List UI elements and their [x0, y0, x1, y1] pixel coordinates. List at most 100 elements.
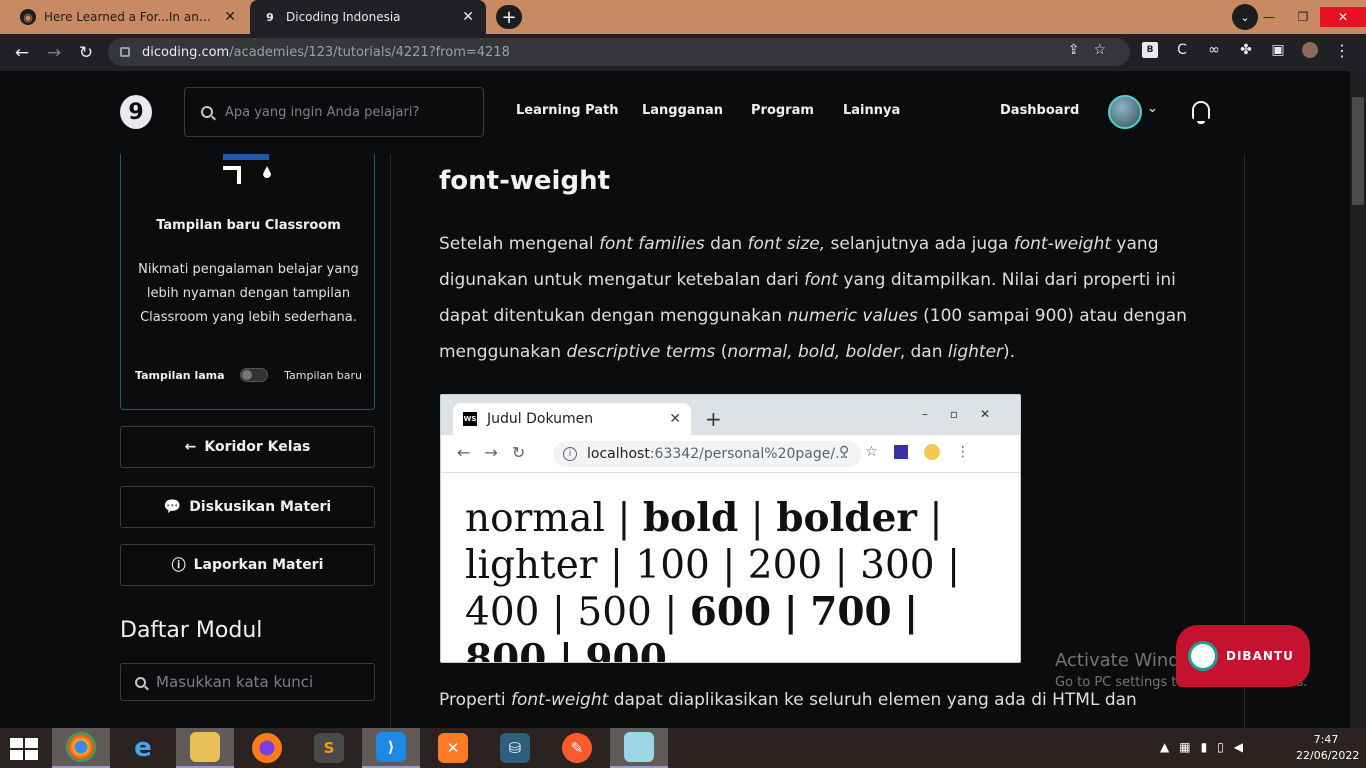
sample-100: 100 [635, 543, 710, 588]
tab-title: Here Learned a For...In and For...Of [44, 10, 217, 24]
window-close-icon[interactable]: ✕ [1320, 7, 1366, 27]
nav-learning-path[interactable]: Learning Path [516, 103, 619, 118]
new-tab-button[interactable]: + [496, 5, 522, 29]
promo-title: Tampilan baru Classroom [156, 218, 341, 233]
arrow-left-icon: ← [184, 439, 197, 455]
puzzle-icon[interactable]: ✤ [1238, 42, 1254, 58]
example-screenshot: WS Judul Dokumen ✕ + –▫✕ ←→↻ i localhost… [440, 394, 1021, 663]
clock-date: 22/06/2022 [1296, 749, 1360, 762]
taskbar-clock[interactable]: 7:47 22/06/2022 [1296, 732, 1360, 764]
side-panel-icon[interactable]: ▣ [1270, 42, 1286, 58]
module-list-title: Daftar Modul [120, 618, 263, 643]
dibantu-label: DIBANTU [1226, 649, 1294, 663]
browser-tab-active[interactable]: 9 Dicoding Indonesia ✕ [250, 0, 486, 34]
nav-langganan[interactable]: Langganan [642, 103, 723, 118]
close-icon[interactable]: ✕ [462, 9, 474, 25]
firefox-icon [252, 733, 282, 763]
taskbar-chrome[interactable] [52, 728, 110, 768]
laporkan-materi-button[interactable]: ⓘ Laporkan Materi [120, 544, 375, 586]
sample-bolder: bolder [776, 495, 917, 541]
clock-time: 7:47 [1313, 733, 1339, 746]
button-label: Laporkan Materi [193, 557, 324, 573]
sublime-text-icon: S [314, 733, 344, 763]
nav-lainnya[interactable]: Lainnya [843, 103, 900, 118]
bell-icon[interactable] [1192, 101, 1210, 124]
taskbar-notes[interactable] [610, 728, 668, 768]
taskbar-xampp[interactable]: ✕ [424, 728, 482, 768]
taskbar-sublime[interactable]: S [300, 728, 358, 768]
dibantu-help-button[interactable]: DIBANTU [1176, 625, 1310, 687]
view-toggle-switch[interactable] [240, 368, 269, 382]
taskbar-ie[interactable]: e [114, 728, 172, 768]
minimize-icon[interactable]: — [1252, 10, 1286, 24]
classroom-illustration-icon [223, 154, 271, 184]
extension-b-icon[interactable]: B [1142, 42, 1158, 58]
more-menu-icon[interactable]: ⋮ [1334, 41, 1350, 60]
reload-icon[interactable]: ↻ [70, 43, 102, 63]
info-icon: i [563, 447, 577, 461]
taskbar-explorer[interactable] [176, 728, 234, 768]
chrome-icon [66, 732, 96, 762]
extension-glasses-icon[interactable]: ∞ [1206, 42, 1222, 58]
profile-avatar-icon[interactable] [1302, 42, 1318, 58]
koridor-kelas-button[interactable]: ← Koridor Kelas [120, 426, 375, 468]
taskbar-firefox[interactable] [238, 728, 296, 768]
signal-icon[interactable]: ▮ [1201, 740, 1218, 754]
taskbar-mysql-workbench[interactable]: ⛁ [486, 728, 544, 768]
windows-start-icon[interactable] [10, 738, 38, 760]
network-icon[interactable]: ▦ [1179, 740, 1200, 754]
close-icon[interactable]: ✕ [224, 9, 236, 25]
tray-up-icon[interactable]: ▲ [1160, 740, 1179, 754]
sample-bold: bold [642, 495, 739, 541]
sidebar-divider [390, 154, 391, 728]
button-label: Koridor Kelas [204, 439, 311, 455]
dicoding-favicon-icon: 9 [266, 10, 274, 24]
url-host: dicoding.com [142, 44, 230, 60]
share-icon[interactable]: ⇪ [1068, 42, 1094, 58]
url-path: /academies/123/tutorials/4221?from=4218 [229, 44, 510, 60]
site-search-input[interactable]: Apa yang ingin Anda pelajari? [184, 87, 484, 137]
volume-icon[interactable]: ◀ [1234, 740, 1253, 754]
pen-tool-icon: ✎ [562, 733, 592, 763]
diskusikan-materi-button[interactable]: 💬 Diskusikan Materi [120, 486, 375, 528]
dicoding-logo[interactable]: 9 [120, 95, 152, 129]
file-explorer-icon [190, 732, 220, 762]
sample-200: 200 [747, 543, 823, 588]
promo-text: Nikmati pengalaman belajar yang lebih ny… [138, 262, 359, 325]
nav-program[interactable]: Program [751, 103, 814, 118]
extension-icon [893, 445, 908, 459]
section-heading: font-weight [439, 166, 611, 196]
bookmark-star-icon[interactable]: ☆ [1093, 42, 1120, 58]
info-icon: ⓘ [171, 558, 186, 574]
webstorm-favicon-icon: WS [463, 412, 477, 426]
system-tray: ▲▦▮▯◀ [1160, 740, 1253, 754]
address-bar[interactable]: dicoding.com /academies/123/tutorials/42… [108, 38, 1130, 66]
support-bot-icon [1188, 641, 1218, 671]
mysql-workbench-icon: ⛁ [500, 733, 530, 763]
demo-window-controls: –▫✕ [921, 407, 1012, 421]
module-search-input[interactable]: Masukkan kata kunci [120, 663, 375, 701]
vscode-icon: ⟩ [376, 732, 406, 762]
window-controls: — ❐ ✕ [1252, 0, 1366, 34]
back-icon[interactable]: ← [6, 43, 38, 63]
sample-normal: normal [465, 496, 605, 541]
forward-icon[interactable]: → [38, 43, 70, 63]
taskbar-pen-app[interactable]: ✎ [548, 728, 606, 768]
page-scrollbar[interactable] [1350, 71, 1366, 728]
followup-paragraph: Properti font-weight dapat diaplikasikan… [439, 690, 1137, 710]
chevron-down-icon[interactable]: ⌄ [1147, 101, 1158, 116]
browser-tab[interactable]: ◉ Here Learned a For...In and For...Of ✕ [8, 0, 248, 34]
demo-address-bar: i localhost :63342/personal%20page/... [553, 441, 861, 467]
internet-explorer-icon: e [134, 733, 152, 763]
battery-icon[interactable]: ▯ [1217, 740, 1234, 754]
windows-taskbar: e S ⟩ ✕ ⛁ ✎ ▲▦▮▯◀ 7:47 22/06/2022 [0, 728, 1366, 768]
nav-dashboard[interactable]: Dashboard [1000, 103, 1079, 118]
sample-500: 500 [577, 590, 652, 635]
scrollbar-thumb[interactable] [1352, 97, 1364, 205]
user-avatar[interactable] [1108, 95, 1142, 129]
extension-c-icon[interactable]: C [1174, 42, 1190, 58]
demo-url-rest: :63342/personal%20page/... [649, 446, 849, 462]
taskbar-vscode[interactable]: ⟩ [362, 728, 420, 768]
sample-600: 600 [689, 589, 772, 635]
restore-icon[interactable]: ❐ [1286, 10, 1320, 24]
